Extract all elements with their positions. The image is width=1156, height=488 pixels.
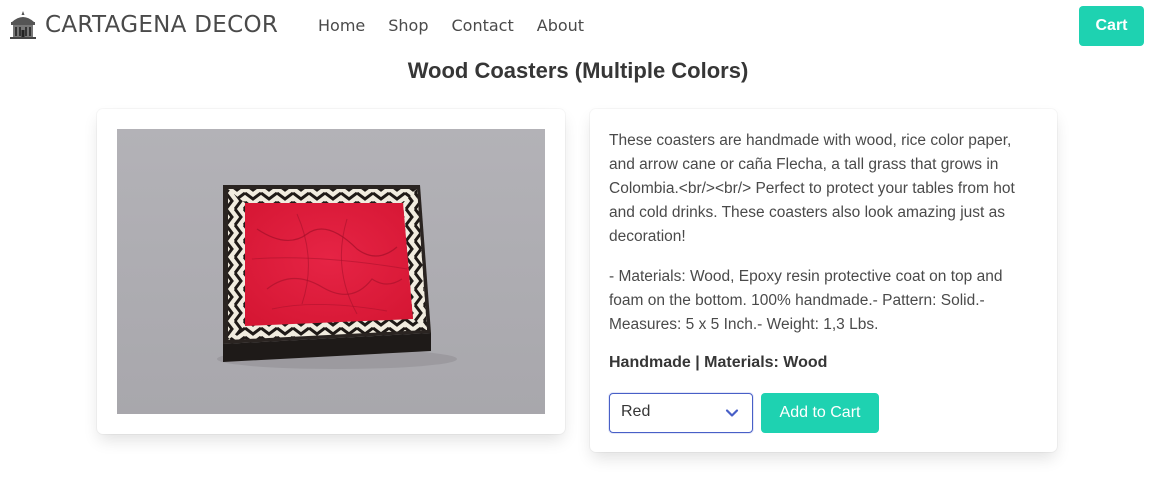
brand-logo-link[interactable]: CARTAGENA DECOR — [8, 10, 278, 40]
color-select-value: Red — [621, 403, 651, 420]
add-to-cart-button[interactable]: Add to Cart — [761, 393, 879, 433]
product-details: - Materials: Wood, Epoxy resin protectiv… — [609, 268, 1003, 333]
chevron-down-icon — [725, 409, 739, 417]
product-image-card — [97, 109, 565, 434]
navbar: CARTAGENA DECOR Home Shop Contact About … — [0, 0, 1156, 52]
nav-link-about[interactable]: About — [537, 16, 584, 35]
product-description: These coasters are handmade with wood, r… — [609, 132, 1015, 245]
building-icon — [10, 11, 36, 39]
product-meta: Handmade | Materials: Wood — [609, 354, 828, 371]
brand-name: CARTAGENA DECOR — [45, 12, 279, 38]
product-image — [117, 129, 545, 414]
nav-links: Home Shop Contact About — [318, 16, 607, 35]
page-title: Wood Coasters (Multiple Colors) — [407, 58, 749, 83]
cart-button[interactable]: Cart — [1079, 6, 1144, 46]
product-info-card: These coasters are handmade with wood, r… — [590, 109, 1057, 452]
nav-link-shop[interactable]: Shop — [388, 16, 428, 35]
nav-link-home[interactable]: Home — [318, 16, 365, 35]
color-select[interactable]: Red — [609, 393, 753, 433]
nav-link-contact[interactable]: Contact — [452, 16, 514, 35]
